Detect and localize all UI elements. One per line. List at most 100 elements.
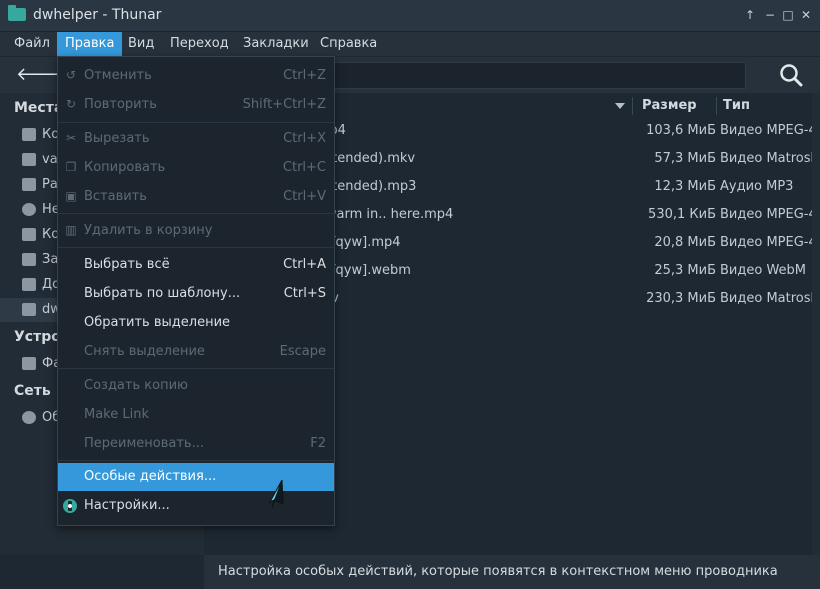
menu-item-paste[interactable]: ▣ Вставить Ctrl+V	[58, 183, 334, 211]
keep-above-button[interactable]: ↑	[742, 7, 758, 23]
file-type: Видео Matroska	[720, 151, 812, 166]
menu-file[interactable]: Файл	[6, 32, 58, 56]
menu-item-copy[interactable]: ❐ Копировать Ctrl+C	[58, 154, 334, 182]
menu-item-redo[interactable]: ↻ Повторить Shift+Ctrl+Z	[58, 91, 334, 119]
menu-item-label: Переименовать...	[84, 436, 204, 451]
column-separator[interactable]	[716, 97, 717, 115]
menu-item-accel: Ctrl+Z	[283, 68, 326, 83]
file-type: Видео Matroska	[720, 291, 812, 306]
menu-item-label: Выбрать по шаблону...	[84, 286, 241, 301]
sort-descending-icon[interactable]	[615, 103, 625, 109]
computer-icon	[22, 128, 36, 141]
vertical-scrollbar[interactable]	[812, 93, 820, 555]
trash-icon: ▥	[65, 223, 77, 237]
menu-item-custom-actions[interactable]: Особые действия...	[58, 463, 334, 491]
undo-icon: ↺	[65, 68, 77, 82]
search-button[interactable]	[778, 62, 806, 88]
menu-item-accel: Ctrl+S	[283, 286, 326, 301]
menu-item-accel: Escape	[279, 344, 326, 359]
menu-item-cut[interactable]: ✂ Вырезать Ctrl+X	[58, 125, 334, 153]
menu-item-label: Копировать	[84, 160, 166, 175]
drive-icon	[22, 357, 36, 370]
column-header-size[interactable]: Размер	[642, 93, 697, 119]
folder-icon	[22, 303, 36, 316]
status-bar: Настройка особых действий, которые появя…	[204, 555, 820, 589]
menu-item-accel: Ctrl+C	[282, 160, 326, 175]
file-size: 530,1 КиБ	[648, 207, 716, 222]
menu-item-label: Обратить выделение	[84, 315, 231, 330]
sidebar-item-label: За	[42, 252, 59, 267]
menu-item-duplicate[interactable]: Создать копию	[58, 372, 334, 400]
column-separator[interactable]	[632, 97, 633, 115]
mouse-cursor-icon	[268, 479, 284, 509]
menu-help[interactable]: Справка	[312, 32, 385, 56]
menu-item-label: Отменить	[84, 68, 152, 83]
desktop-icon	[22, 178, 36, 191]
trash-icon	[22, 228, 36, 241]
menu-item-label: Вставить	[84, 189, 147, 204]
menu-item-label: Снять выделение	[84, 344, 205, 359]
paste-icon: ▣	[65, 189, 77, 203]
column-header-type[interactable]: Тип	[723, 93, 750, 119]
menu-item-accel: Ctrl+V	[283, 189, 326, 204]
menu-item-label: Make Link	[84, 407, 149, 422]
menu-item-label: Повторить	[84, 97, 157, 112]
home-icon	[22, 153, 36, 166]
menu-item-accel: Ctrl+A	[283, 257, 326, 272]
edit-menu-dropdown: ↺ Отменить Ctrl+Z ↻ Повторить Shift+Ctrl+Z ✂…	[57, 56, 335, 526]
menu-item-label: Выбрать всё	[84, 257, 170, 272]
file-type: Видео WebM	[720, 263, 806, 278]
window-title: dwhelper - Thunar	[33, 7, 162, 23]
menu-item-invert-selection[interactable]: Обратить выделение	[58, 309, 334, 337]
maximize-button[interactable]: □	[780, 7, 796, 23]
back-button[interactable]: 🡐	[16, 64, 64, 86]
file-size: 230,3 МиБ	[646, 291, 716, 306]
menu-go[interactable]: Переход	[162, 32, 237, 56]
menu-item-label: Удалить в корзину	[84, 223, 213, 238]
folder-icon	[22, 278, 36, 291]
menu-item-accel: Ctrl+X	[283, 131, 326, 146]
menu-view[interactable]: Вид	[120, 32, 162, 56]
menu-bar: Файл Правка Вид Переход Закладки Справка	[0, 32, 820, 56]
menu-separator	[58, 122, 334, 123]
menu-bookmarks[interactable]: Закладки	[235, 32, 317, 56]
menu-item-accel: Shift+Ctrl+Z	[242, 97, 326, 112]
menu-separator	[58, 247, 334, 248]
menu-item-rename[interactable]: Переименовать... F2	[58, 430, 334, 458]
network-heading: Сеть	[14, 383, 51, 399]
places-heading: Места	[14, 100, 64, 116]
folder-icon	[8, 5, 26, 21]
sidebar-item-label: Ра	[42, 177, 58, 192]
menu-item-select-all[interactable]: Выбрать всё Ctrl+A	[58, 251, 334, 279]
menu-separator	[58, 460, 334, 461]
menu-item-label: Вырезать	[84, 131, 150, 146]
title-bar: dwhelper - Thunar ↑ − □ ✕	[0, 0, 820, 32]
menu-separator	[58, 213, 334, 214]
menu-item-move-to-trash[interactable]: ▥ Удалить в корзину	[58, 217, 334, 245]
menu-item-make-link[interactable]: Make Link	[58, 401, 334, 429]
menu-item-label: Создать копию	[84, 378, 188, 393]
file-size: 57,3 МиБ	[654, 151, 716, 166]
minimize-button[interactable]: −	[762, 7, 778, 23]
menu-item-undo[interactable]: ↺ Отменить Ctrl+Z	[58, 62, 334, 90]
menu-item-select-by-pattern[interactable]: Выбрать по шаблону... Ctrl+S	[58, 280, 334, 308]
devices-heading: Устро	[14, 329, 61, 345]
menu-item-label: Особые действия...	[84, 469, 217, 484]
file-size: 103,6 МиБ	[646, 123, 716, 138]
menu-separator	[58, 368, 334, 369]
sidebar-item-label: va	[42, 152, 58, 167]
file-size: 12,3 МиБ	[654, 179, 716, 194]
menu-item-preferences[interactable]: Настройки...	[58, 492, 334, 520]
file-type: Аудио MP3	[720, 179, 794, 194]
settings-icon	[62, 498, 78, 514]
menu-item-label: Настройки...	[84, 498, 170, 513]
menu-item-unselect-all[interactable]: Снять выделение Escape	[58, 338, 334, 366]
copy-icon: ❐	[65, 160, 77, 174]
file-size: 20,8 МиБ	[654, 235, 716, 250]
location-bar[interactable]	[330, 62, 746, 89]
menu-edit[interactable]: Правка	[57, 32, 123, 56]
cut-icon: ✂	[65, 131, 77, 145]
close-button[interactable]: ✕	[798, 7, 814, 23]
file-type: Видео MPEG-4	[720, 123, 812, 138]
recent-icon	[22, 203, 36, 216]
